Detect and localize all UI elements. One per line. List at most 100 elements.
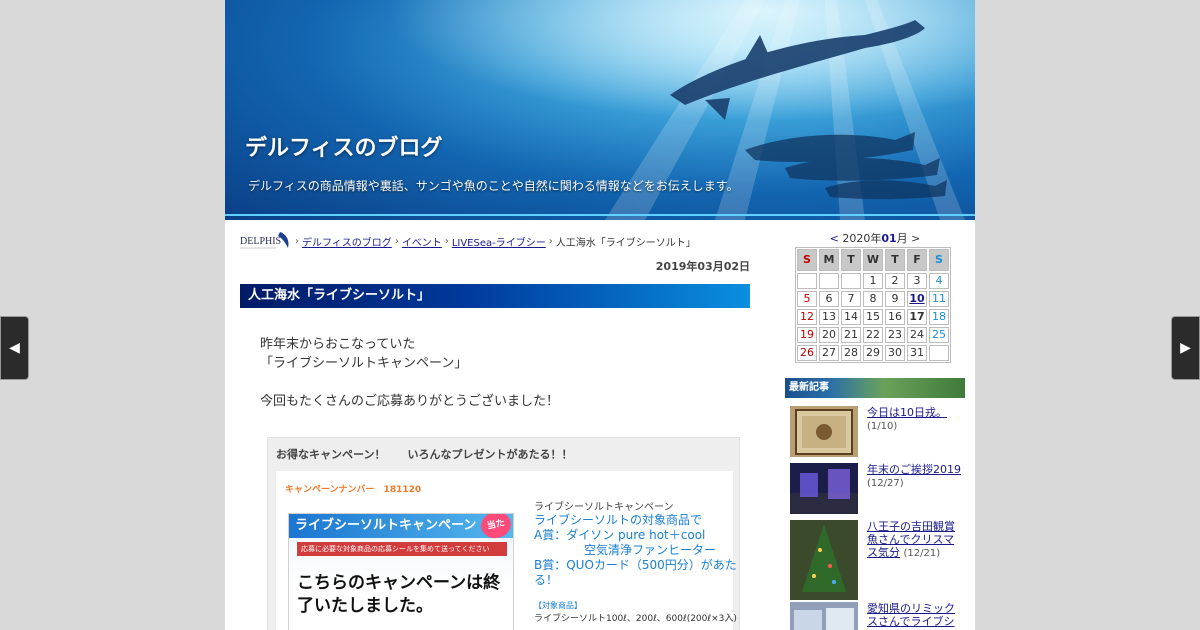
calendar: < 2020年01月 > S M T W T F S 1 2 3 4 5 6 7 8 9 10 11 12 13 14 1…: [795, 230, 955, 363]
campaign-detail-line: ライブシーソルトの対象商品で: [534, 513, 703, 527]
logo-text: DELPHIS: [240, 236, 281, 247]
calendar-month-link[interactable]: 01: [881, 232, 896, 245]
arrow-right-icon: ▶: [1180, 340, 1191, 356]
calendar-weekday: S: [797, 249, 817, 271]
campaign-image-subtitle: 応募に必要な対象商品の応募シールを集めて送ってください: [297, 542, 507, 556]
calendar-day: 19: [797, 327, 817, 343]
calendar-day: 12: [797, 309, 817, 325]
calendar-day: 8: [863, 291, 883, 307]
recent-post-item: 八王子の吉田観賞魚さんでクリスマス気分 (12/21): [790, 520, 965, 602]
calendar-day: 18: [929, 309, 949, 325]
calendar-day: 27: [819, 345, 839, 361]
post-body: 昨年末からおこなっていた 「ライブシーソルトキャンペーン」 今回もたくさんのご応…: [260, 335, 740, 411]
campaign-detail-title: ライブシーソルトキャンペーン: [534, 502, 674, 513]
calendar-empty-day: [841, 273, 861, 289]
post-paragraph: 「ライブシーソルトキャンペーン」: [260, 356, 468, 371]
breadcrumb-link-event[interactable]: イベント: [402, 234, 442, 249]
calendar-day: 1: [863, 273, 883, 289]
recent-post-link[interactable]: 今日は10日戎。: [867, 406, 947, 419]
blog-description: デルフィスの商品情報や裏話、サンゴや魚のことや自然に関わる情報などをお伝えします…: [248, 179, 739, 193]
calendar-empty-day: [929, 345, 949, 361]
post-paragraph: 今回もたくさんのご応募ありがとうございました！: [260, 394, 560, 409]
calendar-day: 15: [863, 309, 883, 325]
campaign-prize-a-detail: 空気清浄ファンヒーター: [584, 543, 717, 557]
header-banner: デルフィスのブログ デルフィスの商品情報や裏話、サンゴや魚のことや自然に関わる情…: [225, 0, 975, 220]
calendar-day: 2: [885, 273, 905, 289]
calendar-day: 16: [885, 309, 905, 325]
campaign-target-tag: 【対象商品】: [534, 601, 582, 610]
calendar-day: 21: [841, 327, 861, 343]
calendar-day: 7: [841, 291, 861, 307]
recent-post-link[interactable]: 年末のご挨拶2019: [867, 463, 961, 476]
calendar-day: 13: [819, 309, 839, 325]
calendar-day: 4: [929, 273, 949, 289]
recent-post-date: (1/10): [867, 421, 898, 432]
calendar-day: 31: [907, 345, 927, 361]
recent-post-thumbnail[interactable]: [790, 406, 858, 457]
campaign-number: キャンペーンナンバー 181120: [285, 485, 422, 495]
campaign-prize-a: A賞：ダイソン pure hot＋cool: [534, 528, 706, 542]
breadcrumb-separator: ›: [295, 235, 299, 247]
calendar-prev-link[interactable]: <: [830, 232, 839, 245]
recent-post-date: (12/27): [867, 478, 904, 489]
banner-divider: [225, 214, 975, 216]
calendar-day: 17: [907, 309, 927, 325]
calendar-weekday: T: [885, 249, 905, 271]
calendar-day[interactable]: 10: [907, 291, 927, 307]
recent-posts-list: 今日は10日戎。 (1/10) 年末のご挨拶2019 (12/27) 八王子の吉…: [790, 406, 965, 630]
recent-post-item: 愛知県のリミックスさんでライブシ: [790, 602, 965, 630]
recent-post-thumbnail[interactable]: [790, 520, 858, 600]
calendar-day: 6: [819, 291, 839, 307]
campaign-box: お得なキャンペーン！ いろんなプレゼントがあたる！！ キャンペーンナンバー 18…: [267, 437, 740, 630]
post-title: 人工海水「ライブシーソルト」: [240, 284, 750, 308]
breadcrumb-link-livesea[interactable]: LIVESea-ライブシー: [452, 234, 546, 249]
calendar-day: 3: [907, 273, 927, 289]
breadcrumb-separator: ›: [548, 235, 553, 247]
calendar-day: 20: [819, 327, 839, 343]
calendar-year: 2020年: [842, 232, 882, 245]
calendar-weekday: M: [819, 249, 839, 271]
prev-page-arrow[interactable]: ◀: [0, 316, 29, 380]
calendar-empty-day: [819, 273, 839, 289]
recent-post-item: 年末のご挨拶2019 (12/27): [790, 463, 965, 520]
campaign-header: お得なキャンペーン！ いろんなプレゼントがあたる！！: [276, 448, 573, 461]
calendar-weekday: F: [907, 249, 927, 271]
recent-post-date: (12/21): [903, 548, 941, 559]
calendar-weekday: T: [841, 249, 861, 271]
recent-post-thumbnail[interactable]: [790, 602, 858, 630]
calendar-day: 29: [863, 345, 883, 361]
calendar-next: >: [911, 232, 921, 245]
calendar-day: 26: [797, 345, 817, 361]
recent-post-thumbnail[interactable]: [790, 463, 858, 514]
campaign-content: キャンペーンナンバー 181120 ライブシーソルトキャンペーン 当たる! 応募…: [276, 471, 737, 630]
calendar-empty-day: [797, 273, 817, 289]
calendar-month-suffix: 月: [896, 232, 908, 245]
campaign-prize-b: B賞：QUOカード（500円分）があたる！: [534, 558, 737, 587]
post-date: 2019年03月02日: [655, 260, 750, 273]
campaign-target-text: ライブシーソルト100ℓ、200ℓ、600ℓ(200ℓ×3入): [534, 614, 737, 624]
calendar-header: < 2020年01月 >: [795, 230, 955, 246]
next-page-arrow[interactable]: ▶: [1171, 316, 1200, 380]
post-paragraph: 昨年末からおこなっていた: [260, 337, 416, 352]
campaign-details: ライブシーソルトキャンペーン ライブシーソルトの対象商品で A賞：ダイソン pu…: [534, 498, 744, 624]
calendar-day: 5: [797, 291, 817, 307]
calendar-day: 24: [907, 327, 927, 343]
arrow-left-icon: ◀: [9, 340, 20, 356]
campaign-image[interactable]: ライブシーソルトキャンペーン 当たる! 応募に必要な対象商品の応募シールを集めて…: [288, 513, 514, 630]
calendar-weekday: W: [863, 249, 883, 271]
calendar-day: 30: [885, 345, 905, 361]
delphis-logo-icon[interactable]: DELPHIS: [240, 230, 292, 252]
blog-title[interactable]: デルフィスのブログ: [245, 130, 443, 162]
calendar-day: 28: [841, 345, 861, 361]
breadcrumb: DELPHIS › デルフィスのブログ › イベント › LIVESea-ライブ…: [240, 230, 720, 252]
calendar-day: 11: [929, 291, 949, 307]
calendar-grid: S M T W T F S 1 2 3 4 5 6 7 8 9 10 11 12 13 14 15 16 17 18 19 20 21…: [795, 247, 951, 363]
breadcrumb-link-blog[interactable]: デルフィスのブログ: [302, 234, 392, 249]
calendar-day: 22: [863, 327, 883, 343]
breadcrumb-separator: ›: [444, 235, 449, 247]
recent-posts-header: 最新記事: [785, 378, 965, 398]
calendar-day: 14: [841, 309, 861, 325]
page: デルフィスのブログ デルフィスの商品情報や裏話、サンゴや魚のことや自然に関わる情…: [225, 0, 975, 630]
recent-post-link[interactable]: 愛知県のリミックスさんでライブシ: [867, 602, 955, 628]
calendar-day: 9: [885, 291, 905, 307]
